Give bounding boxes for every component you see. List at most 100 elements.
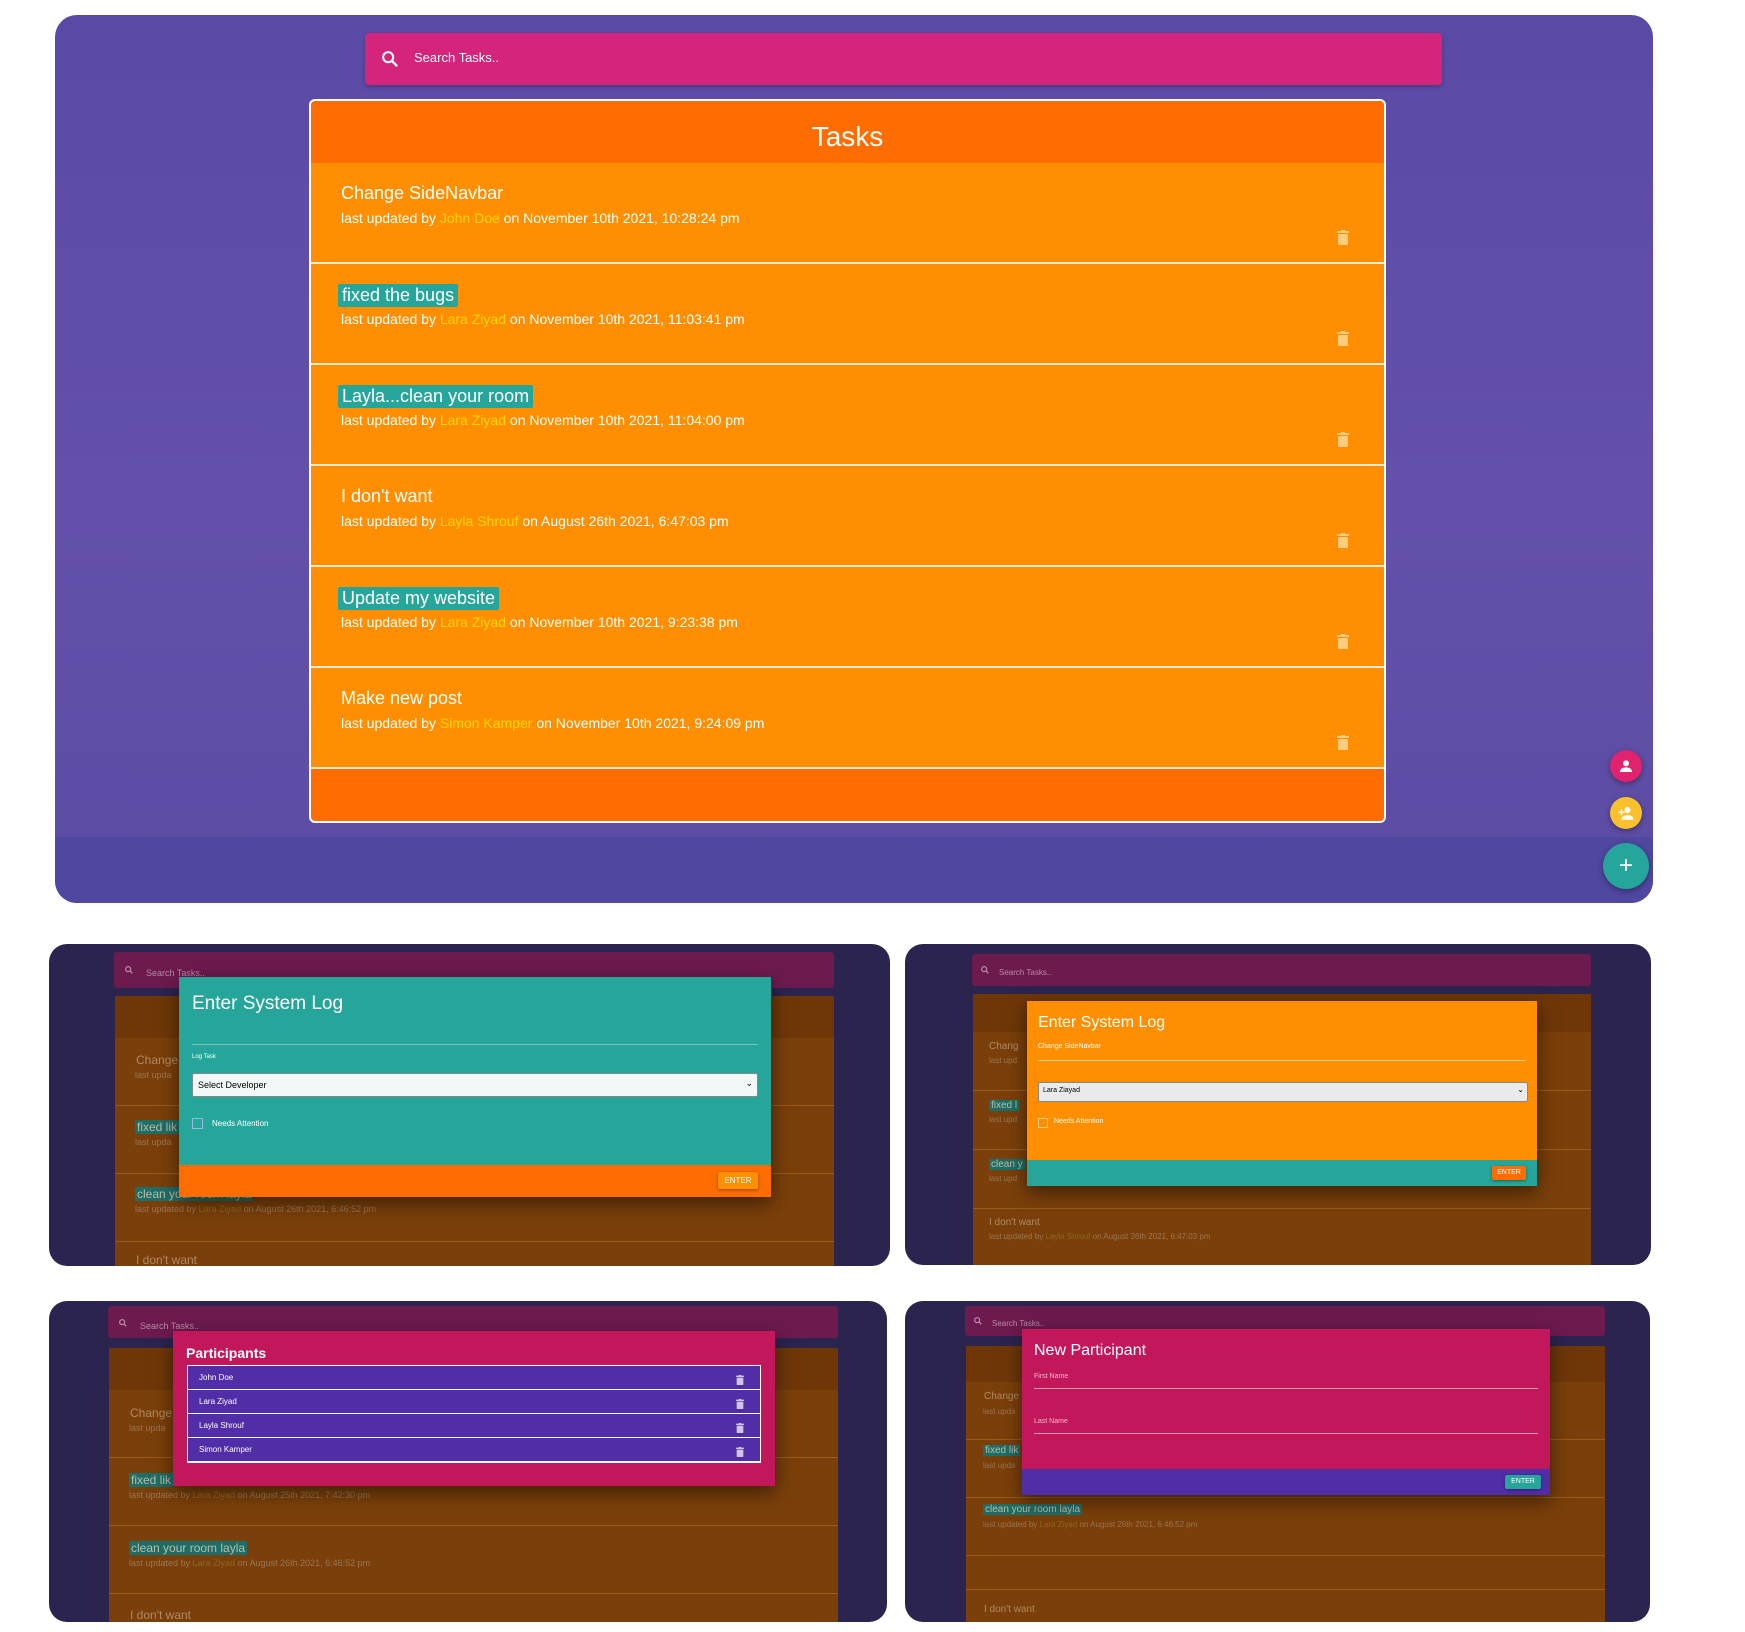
trash-icon[interactable] bbox=[1337, 230, 1349, 245]
participant-name: John Doe bbox=[199, 1373, 234, 1382]
task-meta: last updated by Lara Ziyad on August 26t… bbox=[129, 1558, 371, 1568]
chevron-down-icon: ⌄ bbox=[745, 1078, 753, 1088]
task-user-link[interactable]: Lara Ziyad bbox=[440, 614, 506, 630]
divider bbox=[1038, 1060, 1526, 1061]
needs-attention-checkbox[interactable] bbox=[192, 1118, 203, 1129]
task-meta: last updated by Lara Ziyad on August 26t… bbox=[135, 1204, 377, 1214]
task-row[interactable]: Update my website last updated by Lara Zi… bbox=[311, 567, 1384, 668]
search-icon bbox=[981, 966, 989, 974]
task-row[interactable]: I don't want last updated by Layla Shrouf… bbox=[311, 466, 1384, 567]
first-name-input[interactable] bbox=[1034, 1388, 1538, 1389]
search-bar[interactable]: Search Tasks.. bbox=[365, 33, 1442, 85]
search-input[interactable]: Search Tasks.. bbox=[140, 1321, 199, 1331]
developer-select[interactable]: Select Developer ⌄ bbox=[192, 1073, 758, 1097]
person-add-icon bbox=[1618, 807, 1634, 820]
search-icon bbox=[125, 966, 133, 974]
trash-icon[interactable] bbox=[1337, 634, 1349, 649]
log-task-field[interactable]: Change SideNavbar bbox=[1038, 1043, 1101, 1050]
task-name: I don't want bbox=[341, 486, 433, 506]
participant-name: Lara Ziyad bbox=[199, 1397, 237, 1406]
task-meta: last updated by Lara Ziyad on November 1… bbox=[341, 614, 738, 630]
person-icon bbox=[1620, 760, 1632, 772]
task-row[interactable]: Change SideNavbar last updated by John Do… bbox=[311, 163, 1384, 264]
task-user-link[interactable]: Layla Shrouf bbox=[440, 513, 519, 529]
task-meta: last upda bbox=[983, 1461, 1016, 1470]
trash-icon[interactable] bbox=[1337, 533, 1349, 548]
task-row[interactable]: Make new post last updated by Simon Kampe… bbox=[311, 668, 1384, 769]
task-name: Update my website bbox=[338, 587, 500, 610]
task-name: Layla...clean your room bbox=[338, 385, 534, 408]
modal-title: Enter System Log bbox=[1038, 1014, 1166, 1031]
participants-modal: Participants John Doe Lara Ziyad Layla Shr… bbox=[173, 1331, 775, 1486]
trash-icon[interactable] bbox=[1337, 331, 1349, 346]
task-user-link[interactable]: Lara Ziyad bbox=[440, 311, 506, 327]
participant-name: Layla Shrouf bbox=[199, 1421, 244, 1430]
task-meta: last upda bbox=[129, 1423, 166, 1433]
checkbox-label: Needs Attention bbox=[212, 1119, 269, 1128]
screenshot-participants: Search Tasks.. Change last upda fixed li… bbox=[49, 1301, 887, 1622]
trash-icon[interactable] bbox=[1337, 735, 1349, 750]
task-meta: last updated by Simon Kamper on November… bbox=[341, 715, 765, 731]
search-icon bbox=[119, 1319, 127, 1327]
plus-icon: + bbox=[1618, 852, 1633, 879]
task-user-link[interactable]: Simon Kamper bbox=[440, 715, 533, 731]
tasks-title: Tasks bbox=[811, 121, 884, 152]
screenshot-enter-log-teal: Search Tasks.. Change last upda fixed li… bbox=[49, 944, 890, 1266]
task-user-link[interactable]: John Doe bbox=[440, 210, 500, 226]
search-input[interactable]: Search Tasks.. bbox=[992, 1319, 1044, 1328]
task-meta: last upda bbox=[983, 1407, 1016, 1416]
task-name: Change bbox=[984, 1391, 1020, 1402]
task-name: clean your room layla bbox=[129, 1541, 248, 1555]
enter-log-modal: Enter System Log Change SideNavbar Lara … bbox=[1027, 1001, 1537, 1186]
search-icon bbox=[382, 51, 398, 67]
field-label: Log Task bbox=[192, 1054, 216, 1060]
task-meta: last upda bbox=[135, 1070, 172, 1080]
task-meta: last updated by Lara Ziyad on November 1… bbox=[341, 412, 745, 428]
enter-button[interactable]: ENTER bbox=[718, 1172, 758, 1189]
task-name: fixed the bugs bbox=[338, 284, 459, 307]
trash-icon[interactable] bbox=[736, 1372, 744, 1390]
bottom-bar bbox=[55, 837, 1653, 903]
list-item[interactable] bbox=[966, 1556, 1605, 1590]
select-value: Select Developer bbox=[198, 1080, 267, 1090]
screenshot-new-participant: Search Tasks.. Change last upda fixed li… bbox=[905, 1301, 1650, 1622]
search-input[interactable]: Search Tasks.. bbox=[999, 968, 1051, 977]
trash-icon[interactable] bbox=[1337, 432, 1349, 447]
task-row[interactable]: Layla...clean your room last updated by L… bbox=[311, 365, 1384, 466]
task-name: clean y bbox=[989, 1159, 1025, 1170]
task-meta: last upd bbox=[989, 1056, 1018, 1065]
tasks-card: Tasks Change SideNavbar last updated by J… bbox=[311, 101, 1384, 821]
enter-button[interactable]: ENTER bbox=[1492, 1166, 1526, 1180]
task-user-link[interactable]: Lara Ziyad bbox=[440, 412, 506, 428]
search-bar[interactable]: Search Tasks.. bbox=[972, 954, 1591, 986]
trash-icon[interactable] bbox=[736, 1444, 744, 1462]
task-meta: last updated by Layla Shrouf on August 2… bbox=[341, 513, 729, 529]
add-participant-button[interactable] bbox=[1610, 797, 1642, 829]
needs-attention-checkbox[interactable] bbox=[1038, 1118, 1048, 1128]
enter-log-modal: Enter System Log Log Task Select Develop… bbox=[179, 977, 771, 1197]
search-icon bbox=[974, 1317, 982, 1325]
task-meta: last upd bbox=[989, 1115, 1018, 1124]
participant-row[interactable]: John Doe bbox=[188, 1366, 760, 1390]
task-name: I don't want bbox=[136, 1253, 197, 1266]
task-name: Change bbox=[136, 1053, 179, 1067]
select-value: Lara Ziayad bbox=[1043, 1087, 1080, 1094]
task-name: I don't want bbox=[989, 1217, 1040, 1228]
task-name: Chang bbox=[989, 1041, 1019, 1052]
participant-row[interactable]: Simon Kamper bbox=[188, 1438, 760, 1462]
last-name-input[interactable] bbox=[1034, 1433, 1538, 1434]
task-name: clean your room layla bbox=[983, 1504, 1083, 1515]
participant-row[interactable]: Layla Shrouf bbox=[188, 1414, 760, 1438]
participant-name: Simon Kamper bbox=[199, 1445, 252, 1454]
trash-icon[interactable] bbox=[736, 1420, 744, 1438]
participant-row[interactable]: Lara Ziyad bbox=[188, 1390, 760, 1414]
task-row[interactable]: fixed the bugs last updated by Lara Ziyad… bbox=[311, 264, 1384, 365]
task-name: I don't want bbox=[984, 1604, 1035, 1615]
developer-select[interactable]: Lara Ziayad ⌄ bbox=[1038, 1082, 1528, 1102]
trash-icon[interactable] bbox=[736, 1396, 744, 1414]
search-input[interactable]: Search Tasks.. bbox=[414, 50, 499, 65]
task-meta: last updated by Layla Shrouf on August 2… bbox=[989, 1232, 1211, 1241]
add-task-button[interactable]: + bbox=[1603, 843, 1649, 889]
enter-button[interactable]: ENTER bbox=[1505, 1475, 1541, 1489]
participants-button[interactable] bbox=[1610, 750, 1642, 782]
